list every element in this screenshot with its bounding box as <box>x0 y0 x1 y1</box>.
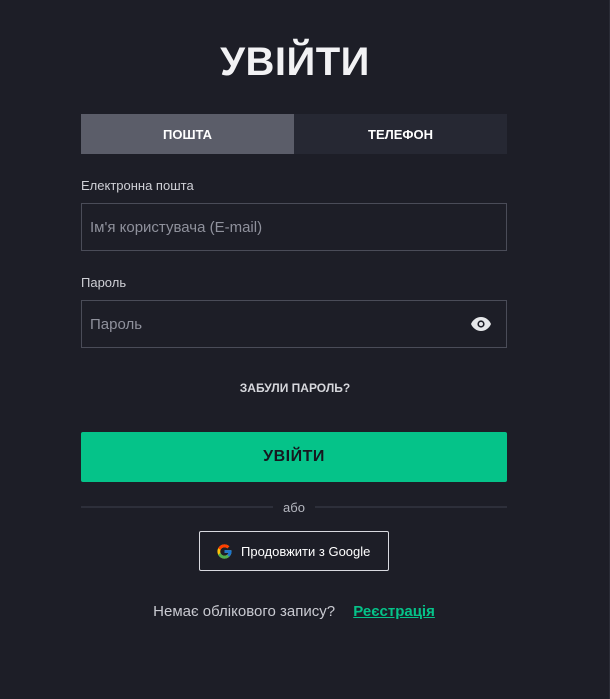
google-signin-button[interactable]: Продовжити з Google <box>199 531 389 571</box>
google-button-label: Продовжити з Google <box>241 543 371 559</box>
password-label: Пароль <box>81 275 127 290</box>
signup-prompt: Немає облікового запису? Реєстрація <box>0 603 588 620</box>
divider-line-left <box>81 506 274 508</box>
password-field-wrapper <box>81 300 507 348</box>
signup-prompt-text: Немає облікового запису? <box>153 603 336 620</box>
forgot-password-link[interactable]: ЗАБУЛИ ПАРОЛЬ? <box>0 381 590 395</box>
register-link[interactable]: Реєстрація <box>353 603 435 620</box>
login-button[interactable]: УВІЙТИ <box>81 432 507 482</box>
divider-text: або <box>283 499 305 515</box>
or-divider: або <box>81 498 507 516</box>
email-label: Електронна пошта <box>81 178 194 193</box>
password-input[interactable] <box>82 301 470 347</box>
login-method-tabs: ПОШТА ТЕЛЕФОН <box>81 114 507 154</box>
email-input[interactable] <box>82 204 506 250</box>
tab-email[interactable]: ПОШТА <box>81 114 294 154</box>
tab-phone[interactable]: ТЕЛЕФОН <box>294 114 507 154</box>
email-field-wrapper <box>81 203 507 251</box>
login-page: УВІЙТИ ПОШТА ТЕЛЕФОН Електронна пошта Па… <box>0 0 610 699</box>
divider-line-right <box>314 506 507 508</box>
google-icon <box>216 543 233 560</box>
page-title: УВІЙТИ <box>220 40 370 84</box>
eye-icon[interactable] <box>470 313 492 335</box>
